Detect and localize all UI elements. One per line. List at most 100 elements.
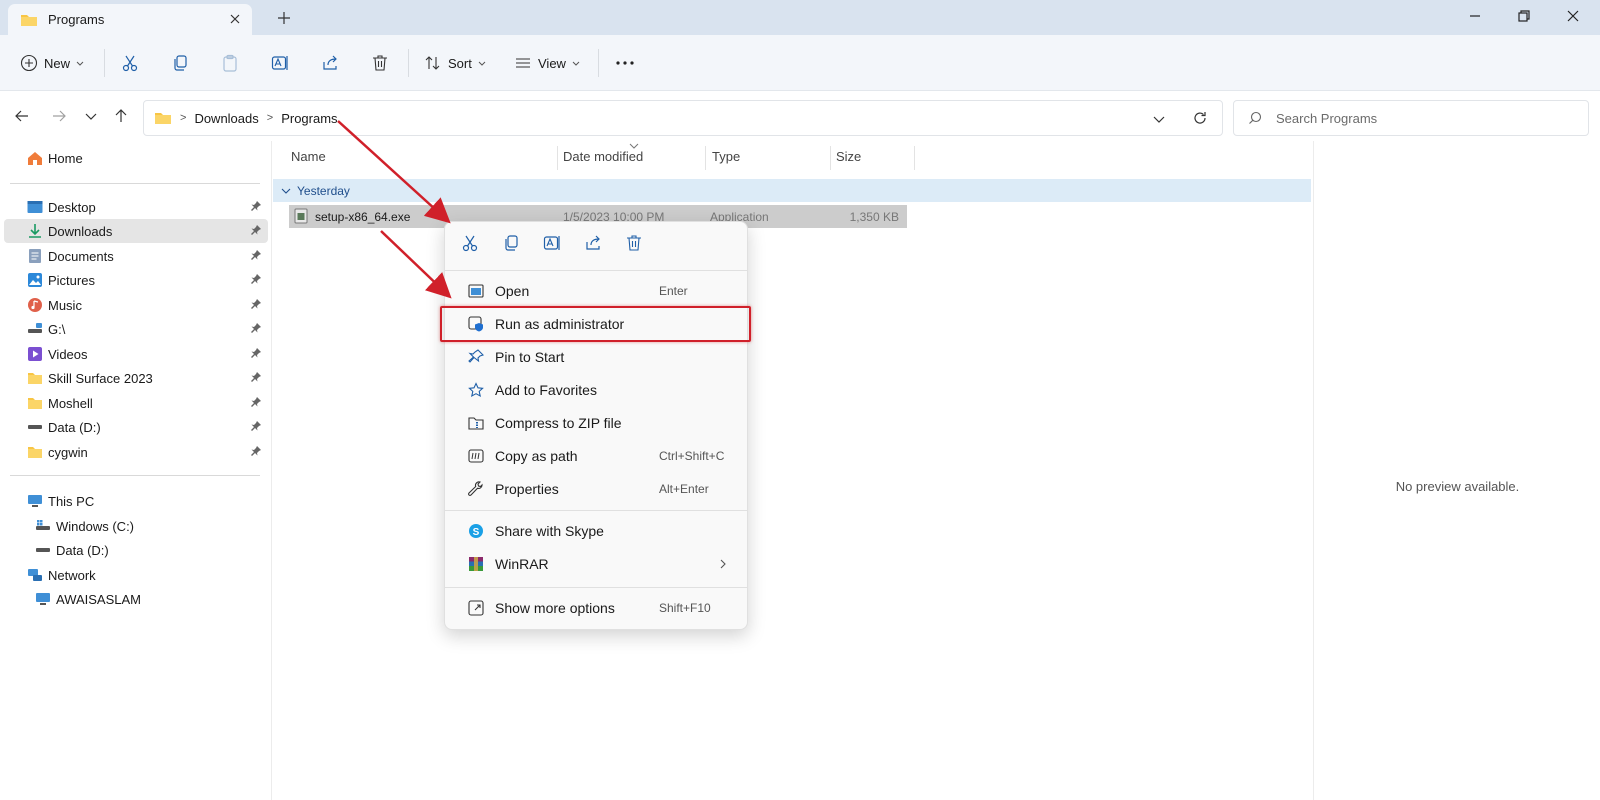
chevron-right-icon: >	[266, 112, 274, 124]
sidebar-item-home[interactable]: Home	[4, 146, 268, 170]
plus-circle-icon	[20, 54, 38, 72]
search-input[interactable]	[1276, 110, 1576, 126]
sidebar-item-this-pc[interactable]: This PC	[4, 489, 268, 513]
drive-icon	[34, 541, 52, 559]
close-tab-icon[interactable]	[228, 12, 242, 26]
pin-icon[interactable]	[250, 396, 262, 408]
sidebar-item-data-d-pc[interactable]: Data (D:)	[4, 538, 268, 562]
tab-programs[interactable]: Programs	[8, 4, 252, 35]
sidebar-item-awaisaslam[interactable]: AWAISASLAM	[4, 587, 268, 611]
rename-icon	[271, 54, 289, 72]
pin-icon[interactable]	[250, 249, 262, 261]
copy-button[interactable]	[171, 48, 189, 78]
sidebar-item-moshell[interactable]: Moshell	[4, 391, 268, 415]
pin-icon[interactable]	[250, 273, 262, 285]
cut-icon[interactable]	[461, 234, 479, 252]
pin-icon[interactable]	[250, 445, 262, 457]
sidebar-item-label: Skill Surface 2023	[48, 370, 153, 386]
trash-icon[interactable]	[625, 234, 643, 252]
recent-locations-icon[interactable]	[84, 108, 98, 124]
sidebar-item-pictures[interactable]: Pictures	[4, 268, 268, 292]
home-icon	[26, 149, 44, 167]
column-header-size[interactable]: Size	[818, 149, 861, 171]
pin-icon[interactable]	[250, 200, 262, 212]
breadcrumb-programs[interactable]: Programs	[281, 111, 337, 126]
context-menu: Open Enter Run as administrator Pin to S…	[444, 221, 748, 630]
new-tab-icon[interactable]	[276, 10, 292, 26]
menu-item-share-skype[interactable]: S Share with Skype	[451, 516, 741, 546]
more-icon	[615, 60, 635, 66]
copy-icon[interactable]	[502, 234, 520, 252]
sidebar-item-downloads[interactable]: Downloads	[4, 219, 268, 243]
column-header-date[interactable]: Date modified	[545, 149, 643, 171]
sidebar-item-label: G:\	[48, 321, 66, 337]
sidebar-item-g-drive[interactable]: G:\	[4, 317, 268, 341]
close-window-icon[interactable]	[1565, 8, 1581, 24]
pin-icon[interactable]	[250, 298, 262, 310]
address-dropdown-icon[interactable]	[1152, 112, 1166, 126]
pin-icon[interactable]	[250, 347, 262, 359]
pin-icon[interactable]	[250, 322, 262, 334]
sidebar-item-documents[interactable]: Documents	[4, 244, 268, 268]
folder-icon	[26, 443, 44, 461]
documents-icon	[26, 247, 44, 265]
minimize-icon[interactable]	[1467, 8, 1483, 24]
share-icon[interactable]	[584, 234, 602, 252]
drive-icon	[26, 320, 44, 338]
address-bar[interactable]: > Downloads > Programs	[143, 100, 1223, 136]
new-label: New	[44, 55, 71, 71]
column-header-type[interactable]: Type	[694, 149, 740, 171]
sidebar-item-skill-surface[interactable]: Skill Surface 2023	[4, 366, 268, 390]
sidebar-item-label: AWAISASLAM	[56, 591, 142, 607]
sort-button[interactable]: Sort	[424, 48, 486, 78]
column-header-name[interactable]: Name	[273, 149, 547, 171]
menu-item-copy-as-path[interactable]: Copy as path Ctrl+Shift+C	[451, 441, 741, 471]
folder-icon	[20, 12, 38, 28]
sidebar-item-label: This PC	[48, 493, 95, 509]
sidebar-item-data-d[interactable]: Data (D:)	[4, 415, 268, 439]
menu-item-label: Add to Favorites	[495, 382, 597, 398]
menu-item-properties[interactable]: Properties Alt+Enter	[451, 474, 741, 504]
rename-icon[interactable]	[543, 234, 561, 252]
back-arrow-icon[interactable]	[14, 108, 30, 124]
menu-item-winrar[interactable]: WinRAR	[451, 549, 741, 579]
preview-pane: No preview available.	[1313, 141, 1600, 800]
breadcrumb-downloads[interactable]: Downloads	[194, 111, 258, 126]
view-button[interactable]: View	[514, 48, 580, 78]
delete-button[interactable]	[371, 48, 389, 78]
share-button[interactable]	[321, 48, 339, 78]
group-header-yesterday[interactable]: Yesterday	[273, 179, 1311, 202]
menu-item-add-to-favorites[interactable]: Add to Favorites	[451, 375, 741, 405]
menu-item-open[interactable]: Open Enter	[451, 276, 741, 306]
new-button[interactable]: New	[20, 48, 84, 78]
sidebar-item-videos[interactable]: Videos	[4, 342, 268, 366]
menu-item-label: Compress to ZIP file	[495, 415, 622, 431]
forward-arrow-icon[interactable]	[51, 108, 67, 124]
paste-button[interactable]	[221, 48, 239, 78]
sidebar-item-windows-c[interactable]: Windows (C:)	[4, 514, 268, 538]
search-box[interactable]	[1233, 100, 1589, 136]
refresh-icon[interactable]	[1192, 110, 1208, 126]
sort-icon	[424, 54, 442, 72]
menu-item-show-more-options[interactable]: Show more options Shift+F10	[451, 593, 741, 623]
sidebar-item-desktop[interactable]: Desktop	[4, 195, 268, 219]
pin-icon[interactable]	[250, 371, 262, 383]
view-list-icon	[514, 54, 532, 72]
menu-item-label: WinRAR	[495, 556, 549, 572]
pin-icon[interactable]	[250, 420, 262, 432]
cut-button[interactable]	[121, 48, 139, 78]
menu-item-compress-zip[interactable]: Compress to ZIP file	[451, 408, 741, 438]
restore-icon[interactable]	[1516, 8, 1532, 24]
sidebar-item-label: Data (D:)	[56, 542, 109, 558]
sidebar-item-label: Windows (C:)	[56, 518, 135, 534]
sidebar-item-music[interactable]: Music	[4, 293, 268, 317]
menu-item-label: Show more options	[495, 600, 615, 616]
sidebar-item-cygwin[interactable]: cygwin	[4, 440, 268, 464]
up-arrow-icon[interactable]	[113, 108, 129, 124]
videos-icon	[26, 345, 44, 363]
rename-button[interactable]	[271, 48, 289, 78]
pin-icon[interactable]	[250, 224, 262, 236]
menu-item-pin-to-start[interactable]: Pin to Start	[451, 342, 741, 372]
more-options-button[interactable]	[615, 48, 635, 78]
sidebar-item-network[interactable]: Network	[4, 563, 268, 587]
